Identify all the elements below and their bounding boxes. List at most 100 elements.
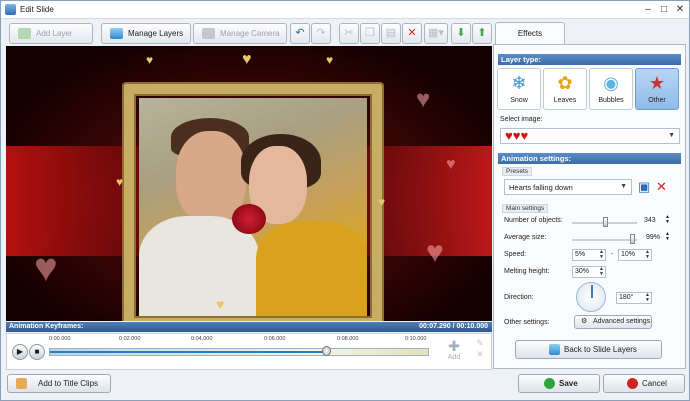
- heart-icon: ♥: [34, 246, 58, 290]
- delete-preset-icon[interactable]: ✕: [656, 179, 667, 195]
- minimize-icon[interactable]: –: [641, 3, 655, 16]
- avg-size-spin-icon[interactable]: ▲ ▼: [665, 232, 670, 242]
- manage-camera-button[interactable]: Manage Camera: [193, 23, 287, 44]
- delete-icon: ✕: [407, 27, 417, 39]
- align-icon: ▦▾: [428, 27, 444, 39]
- cut-button[interactable]: ✂: [339, 23, 359, 44]
- window-title: Edit Slide: [20, 5, 54, 14]
- type-leaves-label: Leaves: [553, 97, 577, 104]
- type-snow-button[interactable]: ❄ Snow: [497, 68, 541, 110]
- undo-icon: ↶: [295, 27, 305, 39]
- cut-icon: ✂: [344, 27, 354, 39]
- timeline-track[interactable]: [49, 348, 429, 356]
- paste-button[interactable]: ▤: [381, 23, 401, 44]
- move-up-button[interactable]: ⬆: [472, 23, 492, 44]
- undo-button[interactable]: ↶: [290, 23, 310, 44]
- heart-icon: ♥: [116, 175, 124, 189]
- direction-knob[interactable]: [576, 282, 606, 312]
- melting-height-input[interactable]: 30% ▲ ▼: [572, 266, 606, 278]
- speed-min-input[interactable]: 5% ▲ ▼: [572, 249, 606, 261]
- add-to-title-clips-button[interactable]: Add to Title Clips: [7, 374, 111, 393]
- save-button[interactable]: Save: [518, 374, 600, 393]
- save-preset-icon[interactable]: ▣: [638, 179, 650, 195]
- keyframes-header: Animation Keyframes: 00:07.290 / 00:10.0…: [6, 322, 492, 332]
- cancel-icon: [627, 378, 638, 389]
- timeline-scrubber[interactable]: [322, 346, 332, 356]
- stop-icon: ■: [34, 347, 40, 356]
- type-other-label: Other: [648, 97, 666, 104]
- tick-label: 0:06.000: [264, 336, 286, 342]
- heart-icon: ♥: [326, 53, 334, 67]
- camera-icon: [202, 28, 215, 39]
- spin-icon: ▲ ▼: [599, 266, 604, 277]
- num-objects-value: 343: [644, 217, 656, 224]
- delete-button[interactable]: ✕: [402, 23, 422, 44]
- maximize-icon[interactable]: □: [657, 3, 671, 16]
- title-clip-icon: [16, 378, 27, 389]
- slide-preview[interactable]: ♥ ♥ ♥ ♥ ♥ ♥ ♥ ♥ ♥ ♥: [6, 46, 492, 321]
- move-down-button[interactable]: ⬇: [451, 23, 471, 44]
- check-icon: [544, 378, 555, 389]
- stop-button[interactable]: ■: [29, 344, 45, 360]
- advanced-settings-button[interactable]: ⚙ Advanced settings: [574, 315, 652, 329]
- save-label: Save: [559, 379, 578, 388]
- title-bar: Edit Slide – □ ✕: [1, 1, 689, 19]
- avg-size-thumb[interactable]: [630, 234, 635, 244]
- heart-icon: ♥: [378, 195, 386, 209]
- avg-size-label: Average size:: [504, 234, 547, 241]
- back-to-slide-layers-button[interactable]: Back to Slide Layers: [515, 340, 662, 359]
- arrow-up-icon: ⬆: [477, 27, 487, 39]
- num-objects-spin-icon[interactable]: ▲ ▼: [665, 215, 670, 225]
- manage-layers-button[interactable]: Manage Layers: [101, 23, 191, 44]
- edit-keyframe-icon[interactable]: ✎: [473, 338, 487, 349]
- preset-select[interactable]: Hearts falling down ▼: [504, 179, 632, 195]
- add-to-title-clips-label: Add to Title Clips: [38, 379, 99, 388]
- cancel-label: Cancel: [642, 379, 667, 388]
- tick-label: 0:08.000: [337, 336, 359, 342]
- type-snow-label: Snow: [510, 97, 528, 104]
- num-objects-label: Number of objects:: [504, 217, 563, 224]
- spin-icon: ▲ ▼: [645, 292, 650, 303]
- snowflake-icon: ❄: [511, 73, 527, 93]
- tick-label: 0:04.000: [191, 336, 213, 342]
- layers-icon: [110, 28, 123, 39]
- cancel-button[interactable]: Cancel: [603, 374, 685, 393]
- speed-max-input[interactable]: 10% ▲ ▼: [618, 249, 652, 261]
- type-other-button[interactable]: ★ Other: [635, 68, 679, 110]
- speed-label: Speed:: [504, 251, 527, 258]
- tab-effects[interactable]: Effects: [495, 22, 565, 44]
- speed-min-value: 5%: [575, 251, 586, 258]
- close-icon[interactable]: ✕: [673, 3, 687, 16]
- keyframe-tools: ✎ ✕: [473, 338, 487, 366]
- copy-button[interactable]: ❐: [360, 23, 380, 44]
- add-layer-button[interactable]: Add Layer: [9, 23, 93, 44]
- image-select[interactable]: ♥♥♥ ▼: [500, 128, 680, 144]
- chevron-down-icon: ▼: [668, 132, 675, 139]
- heart-icon: ♥: [416, 86, 431, 113]
- type-leaves-button[interactable]: ✿ Leaves: [543, 68, 587, 110]
- delete-keyframe-icon[interactable]: ✕: [473, 349, 487, 360]
- bubble-icon: ◉: [603, 73, 619, 93]
- app-icon: [5, 4, 16, 15]
- tick-label: 0:00.000: [49, 336, 71, 342]
- main-settings-group-label: Main settings: [502, 204, 549, 213]
- redo-button[interactable]: ↷: [311, 23, 331, 44]
- align-button[interactable]: ▦▾: [424, 23, 448, 44]
- type-bubbles-button[interactable]: ◉ Bubbles: [589, 68, 633, 110]
- hearts-image-icon: ♥♥♥: [505, 128, 529, 143]
- toolbar: Add Layer Manage Layers Manage Camera ↶ …: [5, 21, 492, 45]
- select-image-label: Select image:: [500, 116, 543, 123]
- chevron-down-icon: ▼: [620, 183, 627, 190]
- manage-camera-label: Manage Camera: [220, 29, 280, 38]
- direction-input[interactable]: 180° ▲ ▼: [616, 292, 652, 304]
- heart-icon: ♥: [146, 53, 154, 67]
- avg-size-slider[interactable]: [572, 239, 637, 241]
- add-keyframe-button[interactable]: ✚ Add: [443, 338, 465, 366]
- num-objects-thumb[interactable]: [603, 217, 608, 227]
- type-bubbles-label: Bubbles: [598, 97, 624, 104]
- play-icon: ▶: [16, 347, 24, 356]
- heart-icon: ♥: [426, 236, 444, 269]
- play-button[interactable]: ▶: [12, 344, 28, 360]
- keyframe-timeline[interactable]: ▶ ■ 0:00.000 0:02.000 0:04.000 0:06.000 …: [6, 333, 492, 370]
- add-layer-label: Add Layer: [36, 29, 73, 38]
